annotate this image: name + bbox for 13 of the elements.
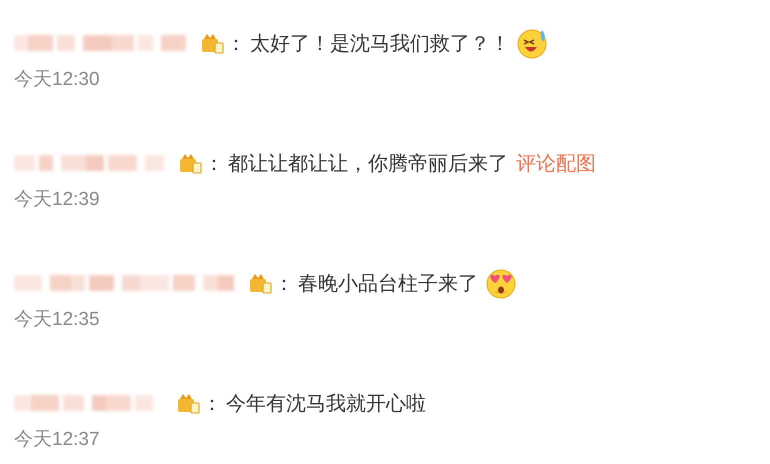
comment-time: 今天12:30 [14, 68, 101, 92]
comment-time: 今天12:37 [14, 428, 101, 452]
comment-text: 春晚小品台柱子来了 [298, 270, 478, 296]
comment-text: 太好了！是沈马我们救了？！ [250, 30, 510, 56]
colon: ： [274, 270, 294, 296]
comment-text: 今年有沈马我就开心啦 [226, 390, 426, 416]
colon: ： [202, 390, 222, 416]
comment-text: 都让让都让让，你腾帝丽后来了 [228, 150, 508, 176]
colon: ： [204, 150, 224, 176]
colon: ： [226, 30, 246, 56]
comment-time: 今天12:39 [14, 188, 101, 212]
comment-image-link[interactable]: 评论配图 [516, 150, 596, 176]
comment-time: 今天12:35 [14, 308, 101, 332]
